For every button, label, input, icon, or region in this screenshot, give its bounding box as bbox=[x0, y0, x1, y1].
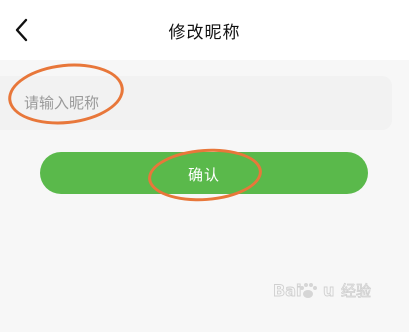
svg-text:经验: 经验 bbox=[341, 282, 371, 300]
nickname-input[interactable] bbox=[24, 90, 364, 116]
baidu-jingyan-watermark: Bai u 经验 bbox=[271, 276, 389, 304]
baidu-paw-icon bbox=[300, 283, 317, 298]
svg-text:u: u bbox=[323, 281, 334, 300]
confirm-button[interactable]: 确认 bbox=[40, 152, 368, 194]
nickname-field[interactable] bbox=[0, 76, 392, 130]
svg-text:Bai: Bai bbox=[273, 281, 301, 300]
page-title: 修改昵称 bbox=[168, 23, 241, 43]
confirm-button-label: 确认 bbox=[187, 167, 220, 184]
top-bar: 修改昵称 bbox=[0, 0, 409, 60]
baidu-watermark-logo: Bai u 经验 bbox=[273, 281, 372, 301]
